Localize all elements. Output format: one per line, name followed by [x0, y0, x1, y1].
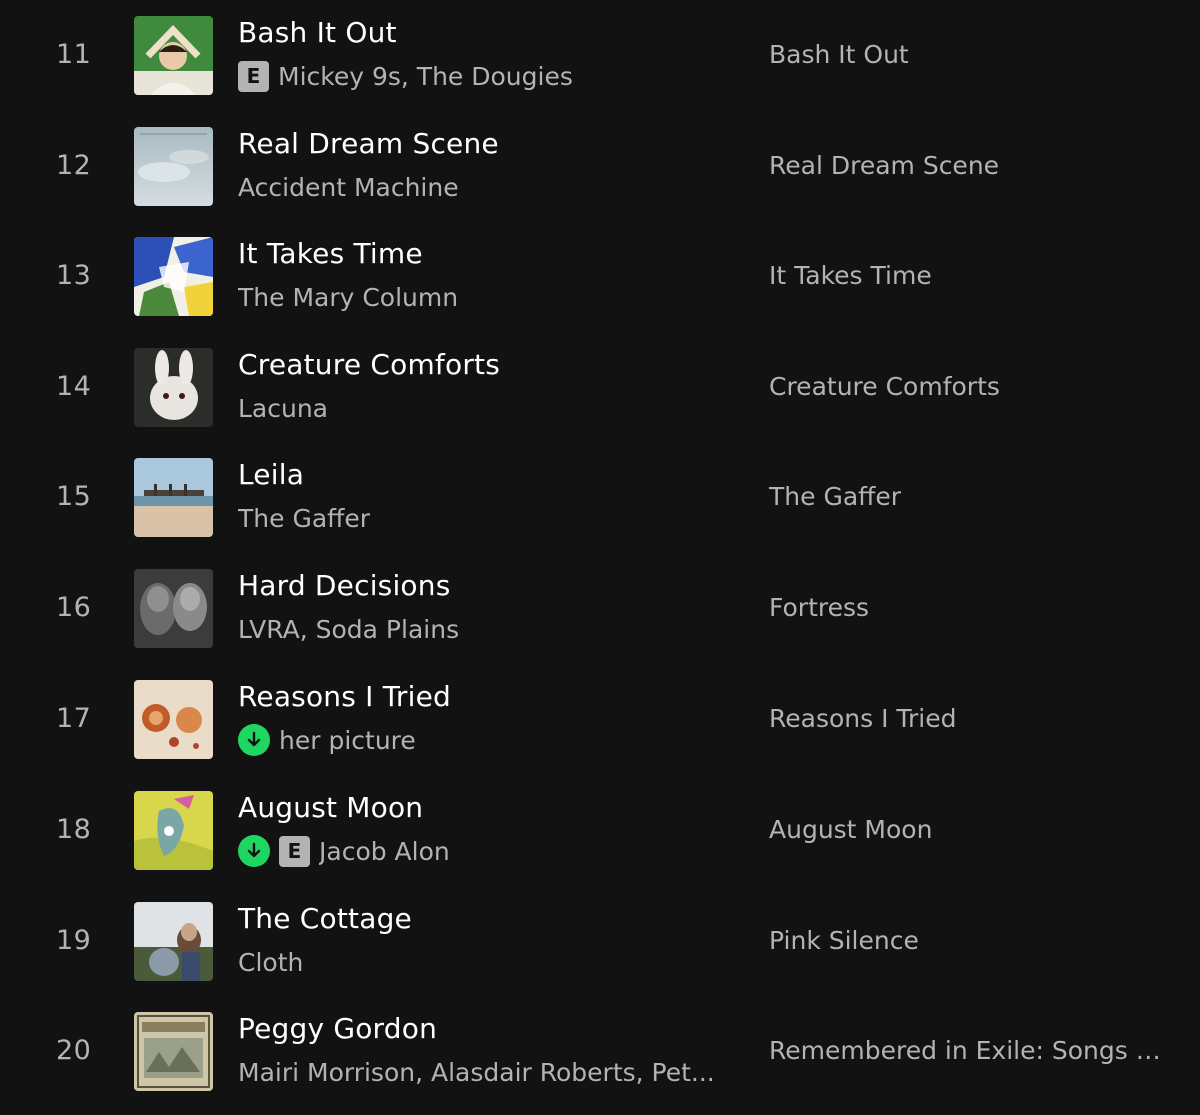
track-album[interactable]: Fortress	[769, 553, 869, 663]
track-title[interactable]: August Moon	[238, 791, 423, 824]
track-title[interactable]: Creature Comforts	[238, 348, 500, 381]
album-art-image	[134, 791, 213, 870]
track-row[interactable]: 20 Peggy Gordon Mairi Morrison, Alasdair…	[0, 996, 1200, 1106]
track-meta: The Mary Column	[238, 280, 458, 314]
downloaded-icon	[238, 724, 270, 756]
track-row[interactable]: 11 Bash It Out E Mickey 9s, The Dougies …	[0, 0, 1200, 110]
track-title[interactable]: The Cottage	[238, 902, 412, 935]
track-artists[interactable]: Jacob Alon	[319, 837, 450, 866]
track-row[interactable]: 17 Reasons I Tried her picture Reasons I…	[0, 664, 1200, 774]
tracklist: 11 Bash It Out E Mickey 9s, The Dougies …	[0, 0, 1200, 1115]
track-album[interactable]: Remembered in Exile: Songs a...	[769, 996, 1169, 1106]
track-row[interactable]: 18 August Moon E Jacob Alon August Moon	[0, 775, 1200, 885]
track-meta: her picture	[238, 723, 416, 757]
track-number: 13	[56, 260, 92, 291]
album-art-image	[134, 348, 213, 427]
track-meta: Accident Machine	[238, 170, 459, 204]
track-number: 14	[56, 371, 92, 402]
track-artists[interactable]: her picture	[279, 726, 416, 755]
track-album[interactable]: Real Dream Scene	[769, 111, 999, 221]
track-title[interactable]: Peggy Gordon	[238, 1012, 437, 1045]
explicit-badge: E	[238, 60, 269, 92]
track-number: 20	[56, 1035, 92, 1066]
track-row[interactable]: 13 It Takes Time The Mary Column It Take…	[0, 221, 1200, 331]
track-artists[interactable]: Accident Machine	[238, 173, 459, 202]
track-artists[interactable]: Cloth	[238, 948, 303, 977]
track-row[interactable]: 14 Creature Comforts Lacuna Creature Com…	[0, 332, 1200, 442]
track-album[interactable]: Reasons I Tried	[769, 664, 956, 774]
track-meta: E Mickey 9s, The Dougies	[238, 59, 573, 93]
album-art[interactable]	[134, 680, 213, 759]
album-art-image	[134, 680, 213, 759]
track-artists[interactable]: Mickey 9s, The Dougies	[278, 62, 573, 91]
downloaded-icon	[238, 835, 270, 867]
album-art[interactable]	[134, 1012, 213, 1091]
track-meta: Lacuna	[238, 391, 328, 425]
album-art-image	[134, 127, 213, 206]
track-meta: E Jacob Alon	[238, 834, 450, 868]
track-album[interactable]: Creature Comforts	[769, 332, 1000, 442]
album-art-image	[134, 902, 213, 981]
track-album[interactable]: August Moon	[769, 775, 932, 885]
album-art-image	[134, 1012, 213, 1091]
album-art[interactable]	[134, 791, 213, 870]
track-album[interactable]: Pink Silence	[769, 886, 919, 996]
track-number: 12	[56, 150, 92, 181]
track-row[interactable]: 12 Real Dream Scene Accident Machine Rea…	[0, 111, 1200, 221]
track-title[interactable]: Reasons I Tried	[238, 680, 451, 713]
track-row[interactable]: 15 Leila The Gaffer The Gaffer	[0, 442, 1200, 552]
album-art-image	[134, 237, 213, 316]
explicit-badge: E	[279, 835, 310, 867]
album-art[interactable]	[134, 348, 213, 427]
track-album[interactable]: The Gaffer	[769, 442, 901, 552]
track-meta: The Gaffer	[238, 501, 370, 535]
track-title[interactable]: Bash It Out	[238, 16, 397, 49]
track-title[interactable]: It Takes Time	[238, 237, 423, 270]
track-artists[interactable]: The Mary Column	[238, 283, 458, 312]
track-title[interactable]: Leila	[238, 458, 304, 491]
album-art[interactable]	[134, 16, 213, 95]
track-number: 11	[56, 39, 92, 70]
album-art[interactable]	[134, 458, 213, 537]
track-artists[interactable]: Mairi Morrison, Alasdair Roberts, Pet...	[238, 1058, 715, 1087]
album-art[interactable]	[134, 237, 213, 316]
track-number: 18	[56, 814, 92, 845]
album-art-image	[134, 458, 213, 537]
track-number: 19	[56, 925, 92, 956]
track-meta: Mairi Morrison, Alasdair Roberts, Pet...	[238, 1055, 715, 1089]
track-title[interactable]: Real Dream Scene	[238, 127, 499, 160]
album-art[interactable]	[134, 902, 213, 981]
track-album[interactable]: It Takes Time	[769, 221, 932, 331]
album-art[interactable]	[134, 127, 213, 206]
track-number: 16	[56, 592, 92, 623]
track-row[interactable]: 16 Hard Decisions LVRA, Soda Plains Fort…	[0, 553, 1200, 663]
album-art[interactable]	[134, 569, 213, 648]
track-artists[interactable]: The Gaffer	[238, 504, 370, 533]
track-number: 15	[56, 481, 92, 512]
track-number: 17	[56, 703, 92, 734]
track-row[interactable]: 19 The Cottage Cloth Pink Silence	[0, 886, 1200, 996]
album-art-image	[134, 16, 213, 95]
track-meta: LVRA, Soda Plains	[238, 612, 459, 646]
track-artists[interactable]: LVRA, Soda Plains	[238, 615, 459, 644]
track-album[interactable]: Bash It Out	[769, 0, 909, 110]
track-title[interactable]: Hard Decisions	[238, 569, 451, 602]
track-meta: Cloth	[238, 945, 303, 979]
track-artists[interactable]: Lacuna	[238, 394, 328, 423]
album-art-image	[134, 569, 213, 648]
